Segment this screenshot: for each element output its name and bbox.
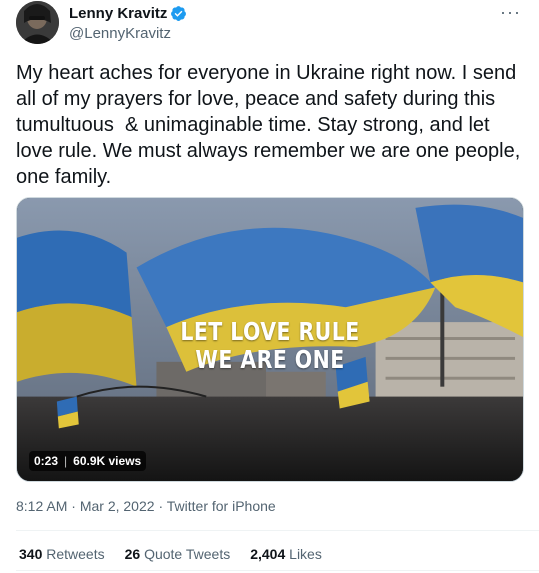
meta-separator: · <box>71 498 76 514</box>
quote-tweets-count: 26 <box>124 546 141 562</box>
tweet-stats: 340 Retweets 26 Quote Tweets 2,404 Likes <box>19 546 322 562</box>
quote-tweets-label: Quote Tweets <box>144 546 231 562</box>
tweet-meta: 8:12 AM · Mar 2, 2022 · Twitter for iPho… <box>16 498 276 514</box>
retweets-label: Retweets <box>46 546 105 562</box>
avatar[interactable] <box>16 1 59 44</box>
tweet-text: My heart aches for everyone in Ukraine r… <box>16 62 526 188</box>
video-info-badge: 0:23 | 60.9K views <box>29 451 147 471</box>
video-overlay-line2: WE ARE ONE <box>195 345 345 374</box>
badge-separator: | <box>64 454 68 468</box>
divider <box>16 530 539 531</box>
author-name-row[interactable]: Lenny Kravitz <box>69 5 187 22</box>
quote-tweets-stat[interactable]: 26 Quote Tweets <box>125 546 231 562</box>
author-name[interactable]: Lenny Kravitz <box>69 5 167 22</box>
tweet-video[interactable]: LET LOVE RULE WE ARE ONE 0:23 | 60.9K vi… <box>16 197 524 482</box>
likes-count: 2,404 <box>250 546 286 562</box>
more-options-icon[interactable]: ··· <box>500 2 521 23</box>
retweets-count: 340 <box>19 546 43 562</box>
likes-label: Likes <box>289 546 322 562</box>
video-overlay-line1: LET LOVE RULE <box>180 317 360 346</box>
video-duration: 0:23 <box>34 454 59 468</box>
likes-stat[interactable]: 2,404 Likes <box>250 546 322 562</box>
retweets-stat[interactable]: 340 Retweets <box>19 546 105 562</box>
video-views: 60.9K views <box>73 454 142 468</box>
tweet: Lenny Kravitz @LennyKravitz ··· My heart… <box>0 0 539 573</box>
verified-badge-icon <box>171 6 187 21</box>
tweet-date[interactable]: Mar 2, 2022 <box>80 498 155 514</box>
tweet-source[interactable]: Twitter for iPhone <box>167 498 276 514</box>
tweet-time[interactable]: 8:12 AM <box>16 498 67 514</box>
author-handle[interactable]: @LennyKravitz <box>69 25 171 42</box>
meta-separator: · <box>158 498 164 514</box>
divider <box>16 570 539 571</box>
